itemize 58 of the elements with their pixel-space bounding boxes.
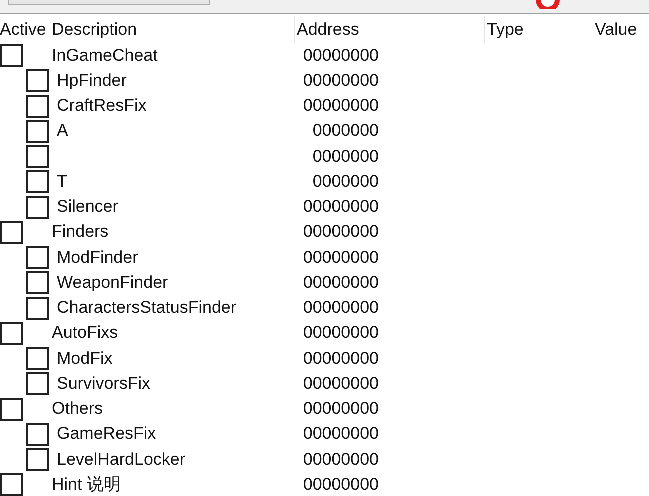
checkbox[interactable] — [26, 246, 49, 270]
table-cell: InGameCheat — [52, 46, 158, 66]
table-cell: 00000000 — [303, 348, 379, 368]
checkbox[interactable] — [0, 322, 23, 345]
checkbox[interactable] — [26, 94, 49, 118]
checkbox[interactable] — [0, 44, 23, 68]
table-cell: 0000000 — [312, 172, 379, 191]
column-header[interactable]: Address — [295, 16, 485, 43]
column-header[interactable]: Description — [52, 16, 295, 43]
checkbox[interactable] — [26, 120, 49, 143]
table-cell: 0000000 — [312, 146, 379, 166]
table-cell: GameResFix — [57, 424, 156, 444]
checkbox[interactable] — [26, 145, 49, 168]
table-cell: AutoFixs — [52, 323, 118, 344]
table-cell: 00000000 — [303, 399, 379, 418]
table-cell: 00000000 — [303, 70, 379, 90]
table-cell: 00000000 — [303, 272, 379, 292]
table-cell: CharactersStatusFinder — [57, 298, 237, 318]
checkbox[interactable] — [26, 69, 49, 92]
table-cell: 00000000 — [303, 96, 379, 116]
table-cell: Others — [52, 399, 104, 420]
table-cell: A — [57, 121, 68, 142]
table-cell: SurvivorsFix — [57, 374, 151, 394]
table-cell: 00000000 — [303, 248, 379, 267]
column-header[interactable]: Active — [0, 16, 52, 43]
checkbox[interactable] — [26, 271, 49, 294]
checkbox[interactable] — [26, 448, 49, 472]
checkbox[interactable] — [0, 220, 23, 244]
table-cell: 00000000 — [303, 197, 379, 216]
table-cell: ModFinder — [57, 248, 138, 268]
checkbox[interactable] — [26, 196, 49, 219]
checkbox[interactable] — [26, 347, 49, 370]
table-cell-text: Hint 说明 — [52, 474, 121, 496]
table-cell: CraftResFix — [57, 96, 147, 116]
table-cell: 00000000 — [303, 450, 379, 469]
table-cell: LevelHardLocker — [57, 450, 186, 470]
table-cell: 00000000 — [303, 222, 379, 242]
checkbox[interactable] — [26, 422, 49, 446]
checkbox[interactable] — [26, 170, 49, 194]
checkbox[interactable] — [0, 473, 23, 496]
table-cell: ModFix — [57, 348, 113, 369]
table-cell: 00000000 — [303, 323, 379, 342]
table-cell: 00000000 — [303, 374, 379, 393]
table-cell: Finders — [52, 222, 109, 242]
table-cell: 00000000 — [303, 424, 379, 444]
table-cell: 0000000 — [312, 121, 379, 140]
table-cell: 00000000 — [303, 474, 379, 494]
checkbox[interactable] — [26, 372, 49, 396]
column-header[interactable]: Type — [485, 16, 595, 43]
table-cell: T — [57, 172, 68, 192]
checkbox[interactable] — [0, 398, 23, 421]
table-cell: Silencer — [57, 197, 118, 218]
table-cell: 00000000 — [303, 46, 379, 65]
checkbox[interactable] — [26, 296, 49, 320]
table-cell: HpFinder — [57, 70, 127, 91]
table-cell: 00000000 — [303, 298, 379, 318]
table-cell: WeaponFinder — [57, 272, 168, 293]
column-header[interactable]: Value — [595, 16, 638, 43]
